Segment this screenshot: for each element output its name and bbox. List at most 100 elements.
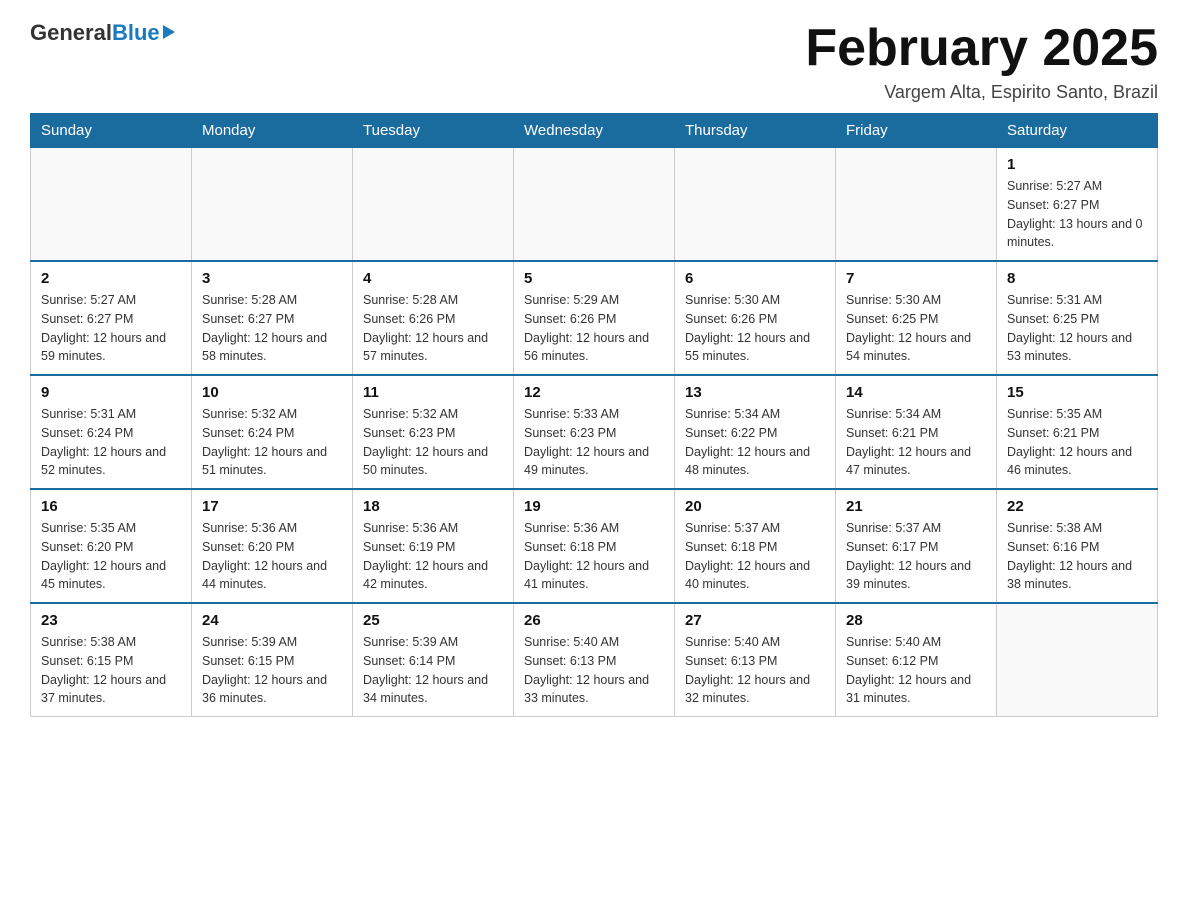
calendar-cell: 23Sunrise: 5:38 AMSunset: 6:15 PMDayligh…	[31, 603, 192, 717]
calendar-cell	[836, 148, 997, 262]
day-number: 16	[41, 498, 181, 515]
calendar-cell: 14 Sunrise: 5:34 AMSunset: 6:21 PMDayligh…	[836, 375, 997, 489]
calendar-cell: 26 Sunrise: 5:40 AMSunset: 6:13 PMDayligh…	[514, 603, 675, 717]
day-info: Sunrise: 5:35 AMSunset: 6:21 PMDaylight:…	[1007, 405, 1147, 480]
calendar-cell	[997, 603, 1158, 717]
day-number: 14	[846, 384, 986, 401]
calendar-cell	[31, 148, 192, 262]
title-section: February 2025 Vargem Alta, Espirito Sant…	[805, 20, 1158, 103]
calendar-cell: 5Sunrise: 5:29 AMSunset: 6:26 PMDaylight…	[514, 261, 675, 375]
day-number: 4	[363, 270, 503, 287]
calendar-week-row: 2 Sunrise: 5:27 AMSunset: 6:27 PMDaylight…	[31, 261, 1158, 375]
calendar-cell: 11Sunrise: 5:32 AMSunset: 6:23 PMDayligh…	[353, 375, 514, 489]
day-info: Sunrise: 5:32 AMSunset: 6:24 PMDaylight:…	[202, 405, 342, 480]
day-number: 20	[685, 498, 825, 515]
calendar-cell: 9 Sunrise: 5:31 AMSunset: 6:24 PMDaylight…	[31, 375, 192, 489]
day-number: 15	[1007, 384, 1147, 401]
calendar-cell: 2 Sunrise: 5:27 AMSunset: 6:27 PMDaylight…	[31, 261, 192, 375]
calendar-cell	[353, 148, 514, 262]
day-number: 26	[524, 612, 664, 629]
day-info: Sunrise: 5:31 AMSunset: 6:24 PMDaylight:…	[41, 405, 181, 480]
day-info: Sunrise: 5:34 AMSunset: 6:22 PMDaylight:…	[685, 405, 825, 480]
calendar-week-row: 23Sunrise: 5:38 AMSunset: 6:15 PMDayligh…	[31, 603, 1158, 717]
day-info: Sunrise: 5:39 AMSunset: 6:15 PMDaylight:…	[202, 633, 342, 708]
calendar-cell: 1 Sunrise: 5:27 AMSunset: 6:27 PMDaylight…	[997, 148, 1158, 262]
day-number: 24	[202, 612, 342, 629]
day-info: Sunrise: 5:40 AMSunset: 6:12 PMDaylight:…	[846, 633, 986, 708]
calendar-cell	[675, 148, 836, 262]
day-info: Sunrise: 5:35 AMSunset: 6:20 PMDaylight:…	[41, 519, 181, 594]
day-number: 12	[524, 384, 664, 401]
calendar-cell: 10 Sunrise: 5:32 AMSunset: 6:24 PMDayligh…	[192, 375, 353, 489]
day-info: Sunrise: 5:34 AMSunset: 6:21 PMDaylight:…	[846, 405, 986, 480]
calendar-cell: 3Sunrise: 5:28 AMSunset: 6:27 PMDaylight…	[192, 261, 353, 375]
calendar-header-friday: Friday	[836, 114, 997, 148]
calendar-cell: 21 Sunrise: 5:37 AMSunset: 6:17 PMDayligh…	[836, 489, 997, 603]
calendar-cell: 20Sunrise: 5:37 AMSunset: 6:18 PMDayligh…	[675, 489, 836, 603]
day-info: Sunrise: 5:40 AMSunset: 6:13 PMDaylight:…	[524, 633, 664, 708]
calendar-table: SundayMondayTuesdayWednesdayThursdayFrid…	[30, 113, 1158, 717]
calendar-cell: 13 Sunrise: 5:34 AMSunset: 6:22 PMDayligh…	[675, 375, 836, 489]
day-number: 2	[41, 270, 181, 287]
location: Vargem Alta, Espirito Santo, Brazil	[805, 82, 1158, 103]
day-info: Sunrise: 5:40 AMSunset: 6:13 PMDaylight:…	[685, 633, 825, 708]
calendar-week-row: 16 Sunrise: 5:35 AMSunset: 6:20 PMDayligh…	[31, 489, 1158, 603]
calendar-week-row: 1 Sunrise: 5:27 AMSunset: 6:27 PMDaylight…	[31, 148, 1158, 262]
day-info: Sunrise: 5:27 AMSunset: 6:27 PMDaylight:…	[41, 291, 181, 366]
month-title: February 2025	[805, 20, 1158, 77]
calendar-cell: 22Sunrise: 5:38 AMSunset: 6:16 PMDayligh…	[997, 489, 1158, 603]
day-number: 9	[41, 384, 181, 401]
day-info: Sunrise: 5:36 AMSunset: 6:19 PMDaylight:…	[363, 519, 503, 594]
day-number: 19	[524, 498, 664, 515]
day-info: Sunrise: 5:33 AMSunset: 6:23 PMDaylight:…	[524, 405, 664, 480]
calendar-header-row: SundayMondayTuesdayWednesdayThursdayFrid…	[31, 114, 1158, 148]
calendar-cell: 18 Sunrise: 5:36 AMSunset: 6:19 PMDayligh…	[353, 489, 514, 603]
day-number: 11	[363, 384, 503, 401]
calendar-cell: 17 Sunrise: 5:36 AMSunset: 6:20 PMDayligh…	[192, 489, 353, 603]
day-number: 7	[846, 270, 986, 287]
calendar-cell	[514, 148, 675, 262]
calendar-cell: 24 Sunrise: 5:39 AMSunset: 6:15 PMDayligh…	[192, 603, 353, 717]
day-number: 5	[524, 270, 664, 287]
logo-blue-text: Blue	[112, 20, 160, 46]
day-info: Sunrise: 5:28 AMSunset: 6:27 PMDaylight:…	[202, 291, 342, 366]
day-info: Sunrise: 5:39 AMSunset: 6:14 PMDaylight:…	[363, 633, 503, 708]
day-info: Sunrise: 5:27 AMSunset: 6:27 PMDaylight:…	[1007, 177, 1147, 252]
calendar-cell: 28 Sunrise: 5:40 AMSunset: 6:12 PMDayligh…	[836, 603, 997, 717]
calendar-cell: 8Sunrise: 5:31 AMSunset: 6:25 PMDaylight…	[997, 261, 1158, 375]
day-info: Sunrise: 5:37 AMSunset: 6:17 PMDaylight:…	[846, 519, 986, 594]
day-number: 17	[202, 498, 342, 515]
calendar-header-thursday: Thursday	[675, 114, 836, 148]
calendar-header-saturday: Saturday	[997, 114, 1158, 148]
day-number: 27	[685, 612, 825, 629]
day-number: 28	[846, 612, 986, 629]
day-number: 21	[846, 498, 986, 515]
calendar-cell: 16 Sunrise: 5:35 AMSunset: 6:20 PMDayligh…	[31, 489, 192, 603]
calendar-header-sunday: Sunday	[31, 114, 192, 148]
day-number: 6	[685, 270, 825, 287]
day-info: Sunrise: 5:31 AMSunset: 6:25 PMDaylight:…	[1007, 291, 1147, 366]
calendar-header-monday: Monday	[192, 114, 353, 148]
day-number: 10	[202, 384, 342, 401]
calendar-cell: 4 Sunrise: 5:28 AMSunset: 6:26 PMDaylight…	[353, 261, 514, 375]
calendar-cell: 15 Sunrise: 5:35 AMSunset: 6:21 PMDayligh…	[997, 375, 1158, 489]
calendar-header-tuesday: Tuesday	[353, 114, 514, 148]
day-info: Sunrise: 5:36 AMSunset: 6:18 PMDaylight:…	[524, 519, 664, 594]
logo-general-text: General	[30, 20, 112, 46]
day-info: Sunrise: 5:36 AMSunset: 6:20 PMDaylight:…	[202, 519, 342, 594]
day-number: 18	[363, 498, 503, 515]
day-number: 13	[685, 384, 825, 401]
calendar-cell: 19 Sunrise: 5:36 AMSunset: 6:18 PMDayligh…	[514, 489, 675, 603]
logo-arrow-icon	[163, 25, 175, 39]
day-number: 22	[1007, 498, 1147, 515]
day-number: 23	[41, 612, 181, 629]
day-info: Sunrise: 5:28 AMSunset: 6:26 PMDaylight:…	[363, 291, 503, 366]
day-number: 1	[1007, 156, 1147, 173]
day-info: Sunrise: 5:30 AMSunset: 6:25 PMDaylight:…	[846, 291, 986, 366]
day-info: Sunrise: 5:30 AMSunset: 6:26 PMDaylight:…	[685, 291, 825, 366]
calendar-cell: 27 Sunrise: 5:40 AMSunset: 6:13 PMDayligh…	[675, 603, 836, 717]
logo: General Blue	[30, 20, 175, 46]
day-number: 25	[363, 612, 503, 629]
calendar-cell: 7 Sunrise: 5:30 AMSunset: 6:25 PMDaylight…	[836, 261, 997, 375]
calendar-cell	[192, 148, 353, 262]
